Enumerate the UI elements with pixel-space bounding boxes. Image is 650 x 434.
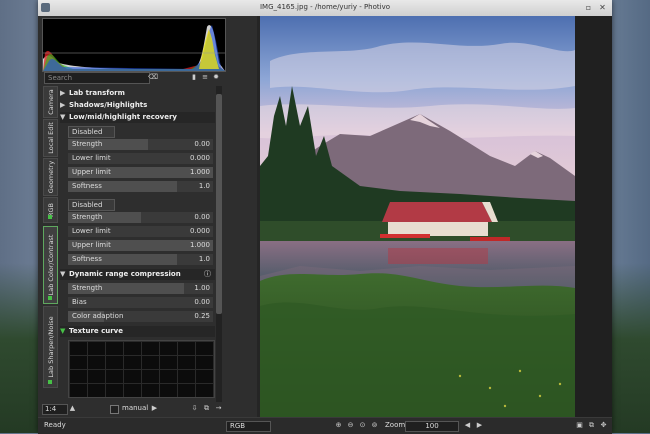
section-low-mid-high-recovery[interactable]: ▼ Low/mid/highlight recovery bbox=[60, 112, 215, 123]
tab-rgb[interactable]: RGB bbox=[43, 197, 58, 223]
zoom-out-icon[interactable]: ⊖ bbox=[346, 421, 355, 430]
section-shadows-highlights[interactable]: ▶ Shadows/Highlights bbox=[60, 100, 215, 111]
tab-camera[interactable]: Camera bbox=[43, 86, 58, 118]
search-input[interactable]: Search bbox=[44, 72, 150, 84]
settings-icon[interactable]: ✹ bbox=[212, 73, 220, 81]
zoom-fit-icon[interactable]: ⊙ bbox=[358, 421, 367, 430]
left-bottom-bar: 1:4 ▲ manual ▶ ⇩ ⧉ → bbox=[38, 402, 257, 416]
search-row: Search ⌫ ▮ ≡ ✹ bbox=[44, 72, 224, 84]
tool-panel: ▶ Lab transform ▶ Shadows/Highlights ▼ Low/… bbox=[60, 88, 215, 400]
save-icon[interactable]: ⇩ bbox=[190, 404, 199, 413]
minimize-icon[interactable]: ▫ bbox=[584, 3, 593, 12]
slider-lower-limit[interactable]: Lower limit 0.000 bbox=[68, 153, 213, 164]
status-text: Ready bbox=[44, 421, 66, 429]
channel-select[interactable]: RGB bbox=[226, 421, 271, 432]
info-icon[interactable]: ⓘ bbox=[204, 269, 211, 280]
zoom-value[interactable]: 100 bbox=[405, 421, 459, 432]
status-bar: Ready RGB ⊕ ⊖ ⊙ ⊚ Zoom 100 ◀ ▶ ▣ ⧉ ✥ bbox=[38, 417, 612, 434]
slider-strength[interactable]: Strength 0.00 bbox=[68, 212, 213, 223]
slider-softness[interactable]: Softness 1.0 bbox=[68, 254, 213, 265]
active-indicator bbox=[48, 215, 52, 219]
section-dynamic-range-compression[interactable]: ▼ Dynamic range compression ⓘ bbox=[60, 269, 215, 280]
active-indicator bbox=[48, 296, 52, 300]
export-icon[interactable]: ⧉ bbox=[202, 404, 211, 413]
collapse-icon: ▼ bbox=[60, 327, 66, 335]
section-lab-transform[interactable]: ▶ Lab transform bbox=[60, 88, 215, 99]
title-bar[interactable]: IMG_4165.jpg - /home/yuriy - Photivo ▫ ✕ bbox=[38, 0, 612, 16]
collapse-icon: ▼ bbox=[60, 113, 66, 121]
zoom-in-icon[interactable]: ⊕ bbox=[334, 421, 343, 430]
arrow-right-icon[interactable]: ▶ bbox=[475, 421, 484, 430]
fullscreen-icon[interactable]: ✥ bbox=[599, 421, 608, 430]
zoom-label: Zoom bbox=[385, 421, 406, 429]
recovery-mode-select-2[interactable]: Disabled bbox=[68, 199, 115, 211]
slider-lower-limit[interactable]: Lower limit 0.000 bbox=[68, 226, 213, 237]
slider-drc-bias[interactable]: Bias 0.00 bbox=[68, 297, 213, 308]
arrow-left-icon[interactable]: ◀ bbox=[463, 421, 472, 430]
slider-strength[interactable]: Strength 0.00 bbox=[68, 139, 213, 150]
slider-drc-strength[interactable]: Strength 1.00 bbox=[68, 283, 213, 294]
photo-preview bbox=[260, 16, 575, 417]
window-title: IMG_4165.jpg - /home/yuriy - Photivo bbox=[259, 3, 390, 11]
slider-softness[interactable]: Softness 1.0 bbox=[68, 181, 213, 192]
expand-icon: ▶ bbox=[60, 89, 66, 97]
histogram bbox=[42, 18, 226, 72]
clear-search-icon[interactable]: ⌫ bbox=[148, 73, 158, 81]
tab-lab-sharpen-noise[interactable]: Lab Sharpen/Noise bbox=[43, 306, 58, 388]
vertical-tabs: Camera Local Edit Geometry RGB Lab Color… bbox=[43, 86, 58, 396]
manual-label: manual bbox=[122, 404, 149, 412]
close-icon[interactable]: ✕ bbox=[598, 3, 607, 12]
tab-geometry[interactable]: Geometry bbox=[43, 158, 58, 196]
slider-drc-color-adaption[interactable]: Color adaption 0.25 bbox=[68, 311, 213, 322]
bookmark-icon[interactable]: ▮ bbox=[190, 73, 198, 81]
arrow-up-icon[interactable]: ▲ bbox=[68, 404, 77, 413]
tab-local-edit[interactable]: Local Edit bbox=[43, 119, 58, 157]
zoom-ratio-select[interactable]: 1:4 bbox=[42, 404, 68, 415]
scrollbar-thumb[interactable] bbox=[216, 94, 222, 314]
collapse-icon: ▼ bbox=[60, 270, 66, 278]
manual-checkbox[interactable] bbox=[110, 405, 119, 414]
active-indicator bbox=[48, 380, 52, 384]
left-panel: Search ⌫ ▮ ≡ ✹ Camera Local Edit Geometr… bbox=[38, 16, 257, 417]
slider-upper-limit[interactable]: Upper limit 1.000 bbox=[68, 167, 213, 178]
tab-lab-color-contrast[interactable]: Lab Color/Contrast bbox=[43, 226, 58, 304]
slider-upper-limit[interactable]: Upper limit 1.000 bbox=[68, 240, 213, 251]
list-view-icon[interactable]: ≡ bbox=[201, 73, 209, 81]
panel-scrollbar[interactable] bbox=[216, 86, 222, 402]
play-icon[interactable]: ▶ bbox=[150, 404, 159, 413]
arrow-right-icon[interactable]: → bbox=[214, 404, 223, 413]
view-icon[interactable]: ▣ bbox=[575, 421, 584, 430]
zoom-100-icon[interactable]: ⊚ bbox=[370, 421, 379, 430]
compare-icon[interactable]: ⧉ bbox=[587, 421, 596, 430]
texture-curve-editor[interactable] bbox=[68, 340, 215, 398]
section-texture-curve[interactable]: ▼ Texture curve bbox=[60, 326, 215, 337]
image-view[interactable] bbox=[260, 16, 612, 417]
recovery-mode-select-1[interactable]: Disabled bbox=[68, 126, 115, 138]
expand-icon: ▶ bbox=[60, 101, 66, 109]
photivo-window: IMG_4165.jpg - /home/yuriy - Photivo ▫ ✕… bbox=[38, 0, 612, 434]
